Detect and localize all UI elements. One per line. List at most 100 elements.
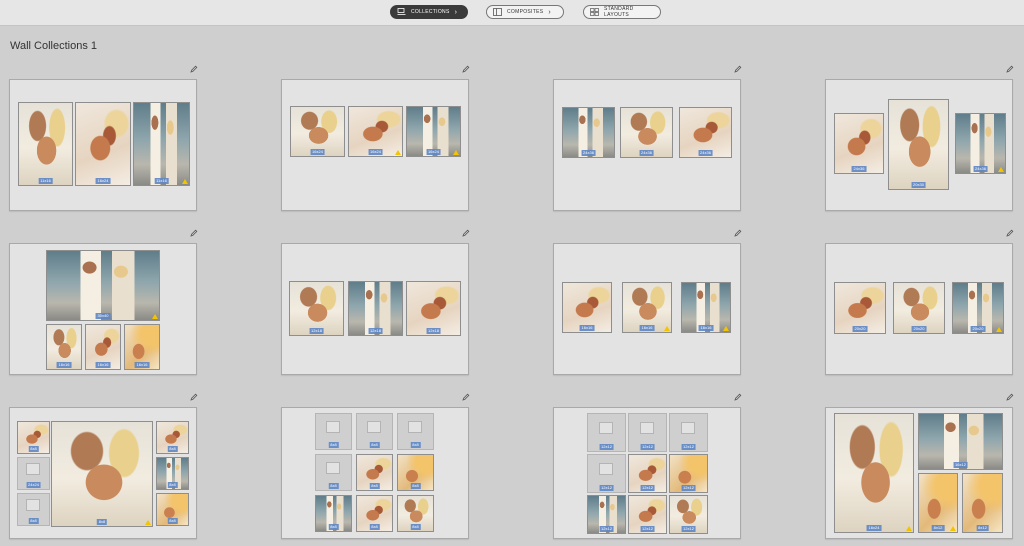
- photo-slot[interactable]: 16x16: [85, 324, 121, 370]
- photo-slot[interactable]: 8x12: [918, 473, 958, 533]
- photo-slot[interactable]: 12x18: [406, 281, 461, 336]
- collection-card[interactable]: 24x36 20x30 24x36: [825, 79, 1013, 211]
- composites-button[interactable]: COMPOSITES ›: [486, 5, 564, 19]
- edit-pencil-icon[interactable]: [1006, 393, 1014, 401]
- photo-slot[interactable]: 20x30: [888, 99, 949, 190]
- photo-slot[interactable]: 8x8: [397, 495, 434, 532]
- print-size-label: 12x12: [599, 485, 614, 491]
- edit-pencil-icon[interactable]: [190, 393, 198, 401]
- print-size-label: 16x16: [639, 325, 655, 331]
- image-placeholder-icon: [680, 421, 695, 434]
- print-size-label: 20x20: [911, 326, 927, 332]
- composites-icon: [493, 8, 502, 16]
- empty-photo-slot[interactable]: 12x12: [587, 413, 626, 452]
- photo-slot[interactable]: 8x12: [962, 473, 1003, 533]
- edit-pencil-icon[interactable]: [1006, 229, 1014, 237]
- photo-slot[interactable]: 8x8: [51, 421, 153, 527]
- photo-slot[interactable]: 16x24: [290, 106, 345, 157]
- print-size-label: 8x8: [167, 518, 178, 524]
- photo-slot[interactable]: 24x36: [620, 107, 673, 158]
- edit-pencil-icon[interactable]: [1006, 65, 1014, 73]
- photo-slot[interactable]: 16x16: [562, 282, 612, 333]
- photo-slot[interactable]: 12x12: [669, 495, 708, 534]
- photo-slot[interactable]: 16x24: [406, 106, 461, 157]
- empty-photo-slot[interactable]: 12x12: [587, 454, 626, 493]
- photo-slot[interactable]: 30x40: [46, 250, 160, 321]
- warning-icon: [145, 520, 151, 525]
- photo-slot[interactable]: 8x8: [156, 493, 189, 526]
- photo-slot[interactable]: 16x24: [75, 102, 131, 186]
- print-size-label: 8x8: [28, 446, 39, 452]
- collection-card[interactable]: 8x8 8x8 8x8 8x8 8x8 8x8 8x8 8x8 8x8: [281, 407, 469, 539]
- collection-card[interactable]: 11x16 16x24 11x16: [9, 79, 197, 211]
- photo-slot[interactable]: 8x8: [315, 495, 352, 532]
- collection-card[interactable]: 20x20 20x20 20x20: [825, 243, 1013, 375]
- empty-photo-slot[interactable]: 8x8: [17, 493, 50, 526]
- photo-slot[interactable]: 12x18: [348, 281, 403, 336]
- edit-pencil-icon[interactable]: [462, 65, 470, 73]
- print-size-label: 24x36: [851, 166, 867, 172]
- edit-pencil-icon[interactable]: [462, 393, 470, 401]
- photo-slot[interactable]: 24x36: [834, 113, 884, 174]
- empty-photo-slot[interactable]: 8x8: [315, 454, 352, 491]
- print-size-label: 8x8: [167, 446, 178, 452]
- standard-layouts-button[interactable]: STANDARD LAYOUTS: [583, 5, 661, 19]
- collection-card[interactable]: 12x12 12x12 12x12 12x12 12x12 12x12 12x12 12x12…: [553, 407, 741, 539]
- collections-button[interactable]: COLLECTIONS ›: [390, 5, 468, 19]
- edit-pencil-icon[interactable]: [734, 393, 742, 401]
- edit-pencil-icon[interactable]: [190, 229, 198, 237]
- photo-slot[interactable]: 20x20: [893, 282, 945, 334]
- empty-photo-slot[interactable]: 8x8: [356, 413, 393, 450]
- photo-slot[interactable]: 16x12: [918, 413, 1003, 470]
- collection-card[interactable]: 30x40 16x16 16x16 16x16: [9, 243, 197, 375]
- empty-photo-slot[interactable]: 8x8: [315, 413, 352, 450]
- collection-card[interactable]: 24x36 24x36 24x36: [553, 79, 741, 211]
- photo-slot[interactable]: 8x8: [397, 454, 434, 491]
- photo-slot[interactable]: 20x20: [834, 282, 886, 334]
- photo-slot[interactable]: 12x12: [628, 454, 667, 493]
- print-size-label: 8x8: [369, 524, 380, 530]
- edit-pencil-icon[interactable]: [462, 229, 470, 237]
- photo-slot[interactable]: 24x36: [562, 107, 615, 158]
- empty-photo-slot[interactable]: 8x8: [397, 413, 434, 450]
- photo-slot[interactable]: 12x12: [669, 454, 708, 493]
- photo-slot[interactable]: 16x16: [622, 282, 672, 333]
- edit-pencil-icon[interactable]: [190, 65, 198, 73]
- collection-card[interactable]: 16x16 16x16 16x16: [553, 243, 741, 375]
- print-size-label: 11x16: [154, 178, 169, 184]
- photo-slot[interactable]: 16x16: [124, 324, 160, 370]
- empty-photo-slot[interactable]: 12x12: [628, 413, 667, 452]
- print-size-label: 24x36: [639, 150, 654, 156]
- collection-card[interactable]: 8x8 8x8 8x8 24x24 8x8 8x8 8x8: [9, 407, 197, 539]
- edit-pencil-icon[interactable]: [734, 229, 742, 237]
- collection-card[interactable]: 16x24 16x24 16x24: [281, 79, 469, 211]
- collection-card[interactable]: 12x18 12x18 12x18: [281, 243, 469, 375]
- print-size-label: 12x18: [309, 328, 324, 334]
- photo-slot[interactable]: 8x8: [356, 454, 393, 491]
- image-placeholder-icon: [25, 463, 40, 476]
- print-size-label: 8x8: [369, 483, 380, 489]
- photo-slot[interactable]: 12x18: [289, 281, 344, 336]
- empty-photo-slot[interactable]: 24x24: [17, 457, 50, 490]
- print-size-label: 8x8: [410, 483, 421, 489]
- photo-slot[interactable]: 16x24: [834, 413, 914, 533]
- photo-slot[interactable]: 8x8: [156, 421, 189, 454]
- photo-slot[interactable]: 8x8: [356, 495, 393, 532]
- photo-slot[interactable]: 11x16: [133, 102, 190, 186]
- warning-icon: [395, 150, 401, 155]
- print-size-label: 30x40: [95, 313, 111, 319]
- photo-slot[interactable]: 24x36: [679, 107, 732, 158]
- photo-slot[interactable]: 8x8: [17, 421, 50, 454]
- collection-card[interactable]: 16x24 16x12 8x12 8x12: [825, 407, 1013, 539]
- photo-slot[interactable]: 20x20: [952, 282, 1004, 334]
- edit-pencil-icon[interactable]: [734, 65, 742, 73]
- photo-slot[interactable]: 12x12: [628, 495, 667, 534]
- photo-slot[interactable]: 8x8: [156, 457, 189, 490]
- photo-slot[interactable]: 11x16: [18, 102, 73, 186]
- empty-photo-slot[interactable]: 12x12: [669, 413, 708, 452]
- photo-slot[interactable]: 16x16: [46, 324, 82, 370]
- photo-slot[interactable]: 12x12: [587, 495, 626, 534]
- photo-slot[interactable]: 16x24: [348, 106, 403, 157]
- photo-slot[interactable]: 16x16: [681, 282, 731, 333]
- photo-slot[interactable]: 24x36: [955, 113, 1006, 174]
